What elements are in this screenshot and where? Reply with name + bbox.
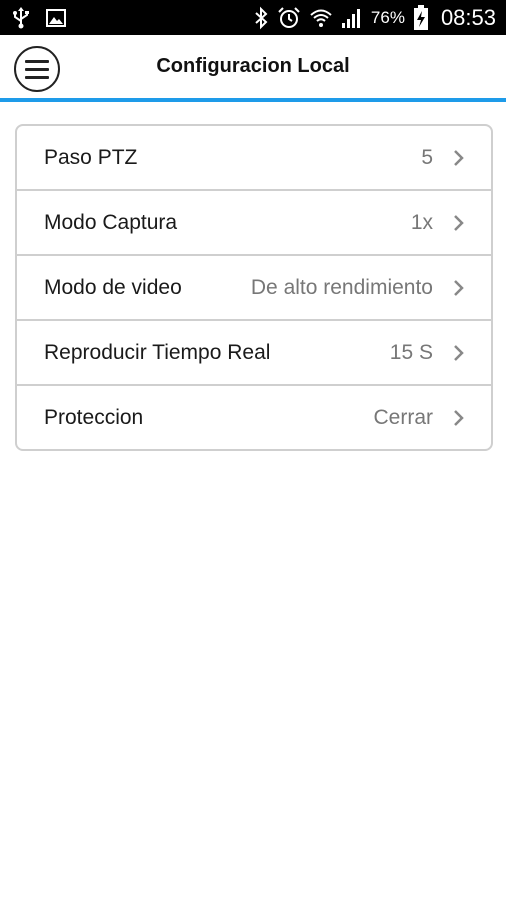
setting-row-capture-mode[interactable]: Modo Captura 1x <box>17 191 491 256</box>
chevron-right-icon <box>453 214 465 232</box>
setting-label: Modo Captura <box>44 210 178 234</box>
battery-percent: 76% <box>370 7 405 27</box>
chevron-right-icon <box>453 409 465 427</box>
setting-label: Paso PTZ <box>44 145 138 169</box>
status-bar-left <box>12 0 66 35</box>
status-bar: 76% 08:53 <box>0 0 506 35</box>
setting-row-ptz-step[interactable]: Paso PTZ 5 <box>17 126 491 191</box>
setting-row-video-mode[interactable]: Modo de video De alto rendimiento <box>17 256 491 321</box>
chevron-right-icon <box>453 344 465 362</box>
setting-value: De alto rendimiento <box>250 275 433 299</box>
status-bar-right: 76% 08:53 <box>253 0 496 35</box>
setting-row-realtime-playback[interactable]: Reproducir Tiempo Real 15 S <box>17 321 491 386</box>
setting-label: Reproducir Tiempo Real <box>44 340 271 364</box>
usb-icon <box>12 6 30 29</box>
setting-label: Modo de video <box>44 275 182 299</box>
battery-charging-icon <box>413 4 429 31</box>
app-header: Configuracion Local <box>0 35 506 98</box>
signal-icon <box>341 7 363 29</box>
alarm-icon <box>277 6 301 30</box>
setting-value: Cerrar <box>373 405 433 429</box>
settings-list: Paso PTZ 5 Modo Captura 1x Modo de video… <box>15 124 493 451</box>
wifi-icon <box>309 6 333 30</box>
setting-row-protection[interactable]: Proteccion Cerrar <box>17 386 491 449</box>
image-icon <box>46 8 66 27</box>
setting-value: 15 S <box>389 340 433 364</box>
page-title: Configuracion Local <box>156 55 350 77</box>
chevron-right-icon <box>453 279 465 297</box>
clock: 08:53 <box>440 4 496 30</box>
setting-value: 1x <box>410 210 433 234</box>
chevron-right-icon <box>453 149 465 167</box>
setting-value: 5 <box>421 145 433 169</box>
header-divider <box>0 98 506 102</box>
setting-label: Proteccion <box>44 405 144 429</box>
bluetooth-icon <box>253 6 269 30</box>
